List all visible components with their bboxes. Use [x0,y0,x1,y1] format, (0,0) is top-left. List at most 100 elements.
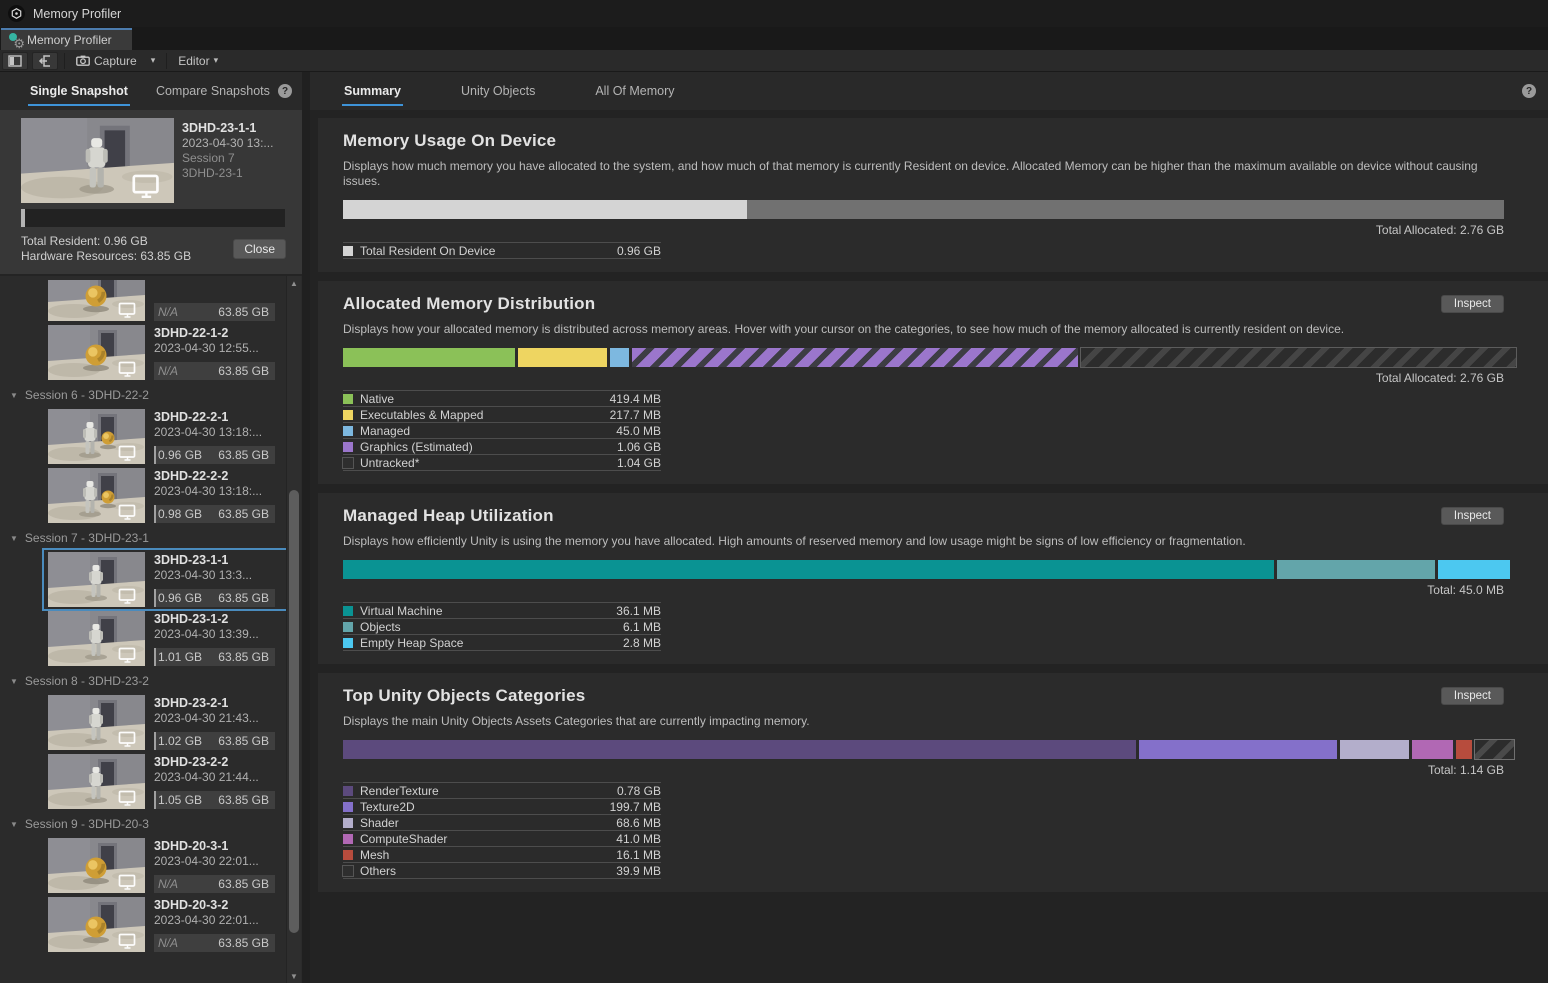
snapshot-list-item[interactable]: 3DHD-22-2-1 2023-04-30 13:18:... 0.96 GB… [48,409,286,464]
snapshot-date: 2023-04-30 22:01... [154,854,275,869]
inspect-button[interactable]: Inspect [1441,295,1504,313]
bar-segment[interactable] [1081,348,1516,367]
capture-dropdown-caret[interactable]: ▾ [151,55,156,66]
collapse-triangle-icon[interactable]: ▼ [10,820,18,829]
bar-segment[interactable] [632,348,1078,367]
session-header[interactable]: ▼ Session 9 - 3DHD-20-3 [0,813,286,835]
legend-row[interactable]: Managed 45.0 MB [343,422,661,438]
section-allocated-memory-distribution: Allocated Memory Distribution Inspect Di… [318,281,1548,484]
snapshot-list-item[interactable]: 3DHD-20-3-2 2023-04-30 22:01... N/A 63.8… [48,897,286,952]
bar-segment[interactable] [343,560,1274,579]
snapshot-total-value: 63.85 GB [218,448,269,462]
sidebar-scrollbar[interactable]: ▲ ▼ [286,276,301,983]
bar-total-label: Total Allocated: 2.76 GB [343,223,1504,237]
bar-segment[interactable] [1456,740,1472,759]
legend-row[interactable]: Virtual Machine 36.1 MB [343,602,661,618]
snapshot-resident-value: N/A [158,305,178,319]
snapshot-list-item[interactable]: 3DHD-22-1-2 2023-04-30 12:55... N/A 63.8… [48,325,286,380]
snapshot-list-item[interactable]: 3DHD-20-3-1 2023-04-30 22:01... N/A 63.8… [48,838,286,893]
legend-label: Others [360,864,396,878]
snapshot-list-item[interactable]: 3DHD-23-1-1 2023-04-30 13:3... 0.96 GB 6… [48,552,286,607]
open-snapshot-name: 3DHD-23-1-1 [182,121,273,136]
section-title: Managed Heap Utilization [343,506,554,526]
legend-row[interactable]: RenderTexture 0.78 GB [343,782,661,798]
snapshot-list-item[interactable]: 2023-04-30 12:54... N/A 63.85 GB [48,280,286,321]
tab-single-snapshot[interactable]: Single Snapshot [16,72,142,110]
section-description: Displays how much memory you have alloca… [343,159,1504,189]
inspect-button[interactable]: Inspect [1441,507,1504,525]
snapshot-thumbnail [48,325,145,380]
bar-segment[interactable] [1340,740,1408,759]
memory-bar [343,348,1504,367]
sidebar-main-divider[interactable] [302,72,310,983]
legend-value: 39.9 MB [616,864,661,878]
snapshot-date: 2023-04-30 12:55... [154,341,275,356]
snapshot-total-value: 63.85 GB [218,305,269,319]
open-snapshot-session: Session 7 [182,151,273,166]
bar-segment[interactable] [343,200,747,219]
collapse-triangle-icon[interactable]: ▼ [10,391,18,400]
snapshot-list-item[interactable]: 3DHD-22-2-2 2023-04-30 13:18:... 0.98 GB… [48,468,286,523]
open-snapshot-memory-bar [21,209,285,227]
session-header[interactable]: ▼ Session 7 - 3DHD-23-1 [0,527,286,549]
bar-total-label: Total Allocated: 2.76 GB [343,371,1504,385]
snapshot-list-item[interactable]: 3DHD-23-2-1 2023-04-30 21:43... 1.02 GB … [48,695,286,750]
snapshot-resident-value: N/A [158,877,178,891]
legend-row[interactable]: Objects 6.1 MB [343,618,661,634]
collapse-triangle-icon[interactable]: ▼ [10,534,18,543]
legend-value: 1.04 GB [617,456,661,470]
legend-swatch [343,834,353,844]
legend-row[interactable]: Graphics (Estimated) 1.06 GB [343,438,661,454]
legend-value: 419.4 MB [610,392,661,406]
bar-segment[interactable] [518,348,607,367]
legend-row[interactable]: Total Resident On Device 0.96 GB [343,242,661,258]
legend-row[interactable]: Native 419.4 MB [343,390,661,406]
bar-segment[interactable] [1277,560,1435,579]
legend-row[interactable]: Executables & Mapped 217.7 MB [343,406,661,422]
legend-row[interactable]: ComputeShader 41.0 MB [343,830,661,846]
snapshot-date: 2023-04-30 22:01... [154,913,275,928]
tab-memory-profiler[interactable]: ⚙ Memory Profiler [1,28,132,50]
main-help-icon[interactable]: ? [1522,84,1536,98]
tab-all-of-memory[interactable]: All Of Memory [581,72,688,110]
tab-unity-objects[interactable]: Unity Objects [447,72,549,110]
legend-row[interactable]: Empty Heap Space 2.8 MB [343,634,661,650]
session-header[interactable]: ▼ Session 6 - 3DHD-22-2 [0,384,286,406]
scroll-down-arrow[interactable]: ▼ [290,969,298,983]
legend-label: Untracked* [360,456,419,470]
inspect-button[interactable]: Inspect [1441,687,1504,705]
snapshot-list-item[interactable]: 3DHD-23-1-2 2023-04-30 13:39... 1.01 GB … [48,611,286,666]
bar-segment[interactable] [343,348,515,367]
legend-row[interactable]: Others 39.9 MB [343,862,661,878]
legend-value: 68.6 MB [616,816,661,830]
bar-segment[interactable] [610,348,629,367]
tab-compare-snapshots[interactable]: Compare Snapshots [142,72,284,110]
bar-segment[interactable] [1475,740,1514,759]
legend-row[interactable]: Shader 68.6 MB [343,814,661,830]
panel-layout-toggle-button[interactable] [2,52,28,70]
legend-label: Native [360,392,394,406]
bar-segment[interactable] [747,200,1504,219]
sidebar-help-icon[interactable]: ? [278,84,292,98]
scrollbar-thumb[interactable] [289,490,299,933]
close-button[interactable]: Close [233,239,286,259]
snapshot-list-item[interactable]: 3DHD-23-2-2 2023-04-30 21:44... 1.05 GB … [48,754,286,809]
legend-row[interactable]: Texture2D 199.7 MB [343,798,661,814]
session-header[interactable]: ▼ Session 8 - 3DHD-23-2 [0,670,286,692]
tab-summary[interactable]: Summary [330,72,415,110]
snapshot-resident-value: 1.05 GB [158,793,202,807]
bar-segment[interactable] [1438,560,1510,579]
bar-segment[interactable] [1139,740,1338,759]
legend-row[interactable]: Mesh 16.1 MB [343,846,661,862]
legend-value: 2.8 MB [623,636,661,650]
editor-dropdown[interactable]: Editor ▾ [173,52,223,70]
capture-button[interactable]: Capture ▾ [71,52,160,70]
legend-row[interactable]: Untracked* 1.04 GB [343,454,661,470]
bar-segment[interactable] [1412,740,1453,759]
import-snapshot-button[interactable] [32,52,58,70]
collapse-triangle-icon[interactable]: ▼ [10,677,18,686]
snapshot-name: 3DHD-20-3-2 [154,897,275,913]
scroll-up-arrow[interactable]: ▲ [290,276,298,290]
bar-segment[interactable] [343,740,1136,759]
snapshot-date: 2023-04-30 12:54... [154,280,275,281]
